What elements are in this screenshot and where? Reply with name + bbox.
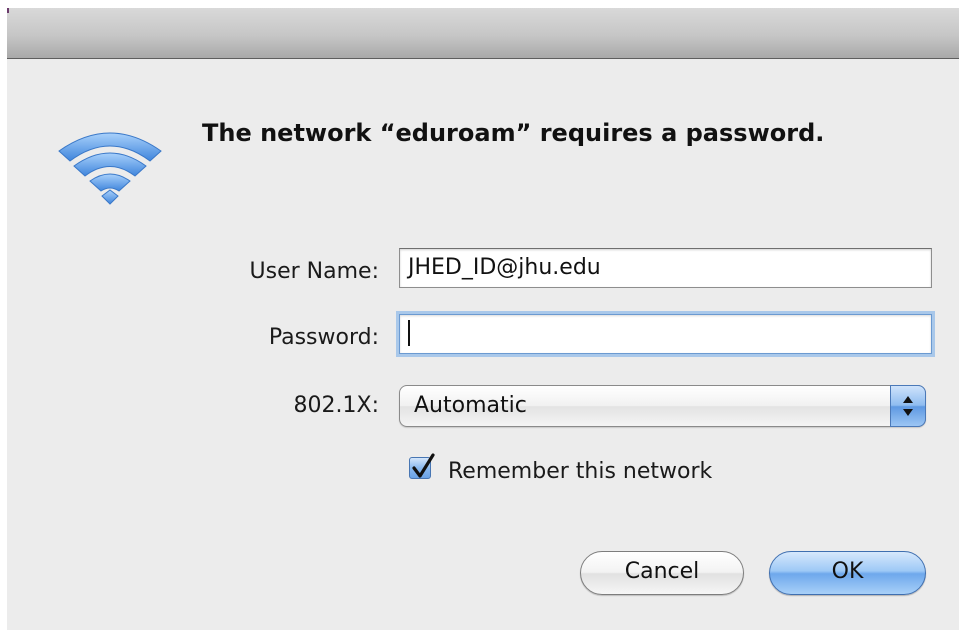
ok-button[interactable]: OK (769, 551, 926, 595)
page: The network “eduroam” requires a passwor… (0, 0, 959, 630)
username-field[interactable]: JHED_ID@jhu.edu (399, 248, 932, 288)
security-select[interactable]: Automatic (399, 385, 926, 427)
password-field[interactable] (399, 314, 932, 354)
title-bar[interactable] (7, 8, 959, 59)
security-selected-value: Automatic (414, 393, 527, 418)
password-dialog: The network “eduroam” requires a passwor… (7, 8, 959, 630)
password-label: Password: (268, 325, 379, 350)
wifi-icon (55, 121, 165, 209)
dialog-message: The network “eduroam” requires a passwor… (202, 119, 825, 147)
remember-network-checkbox[interactable] (409, 453, 435, 479)
username-label: User Name: (249, 259, 379, 284)
window-corner-mark (7, 8, 9, 13)
cancel-button[interactable]: Cancel (580, 551, 744, 595)
security-label: 802.1X: (293, 393, 379, 418)
remember-network-label[interactable]: Remember this network (448, 459, 712, 484)
text-cursor (408, 320, 410, 346)
select-arrows-icon[interactable] (890, 385, 926, 427)
